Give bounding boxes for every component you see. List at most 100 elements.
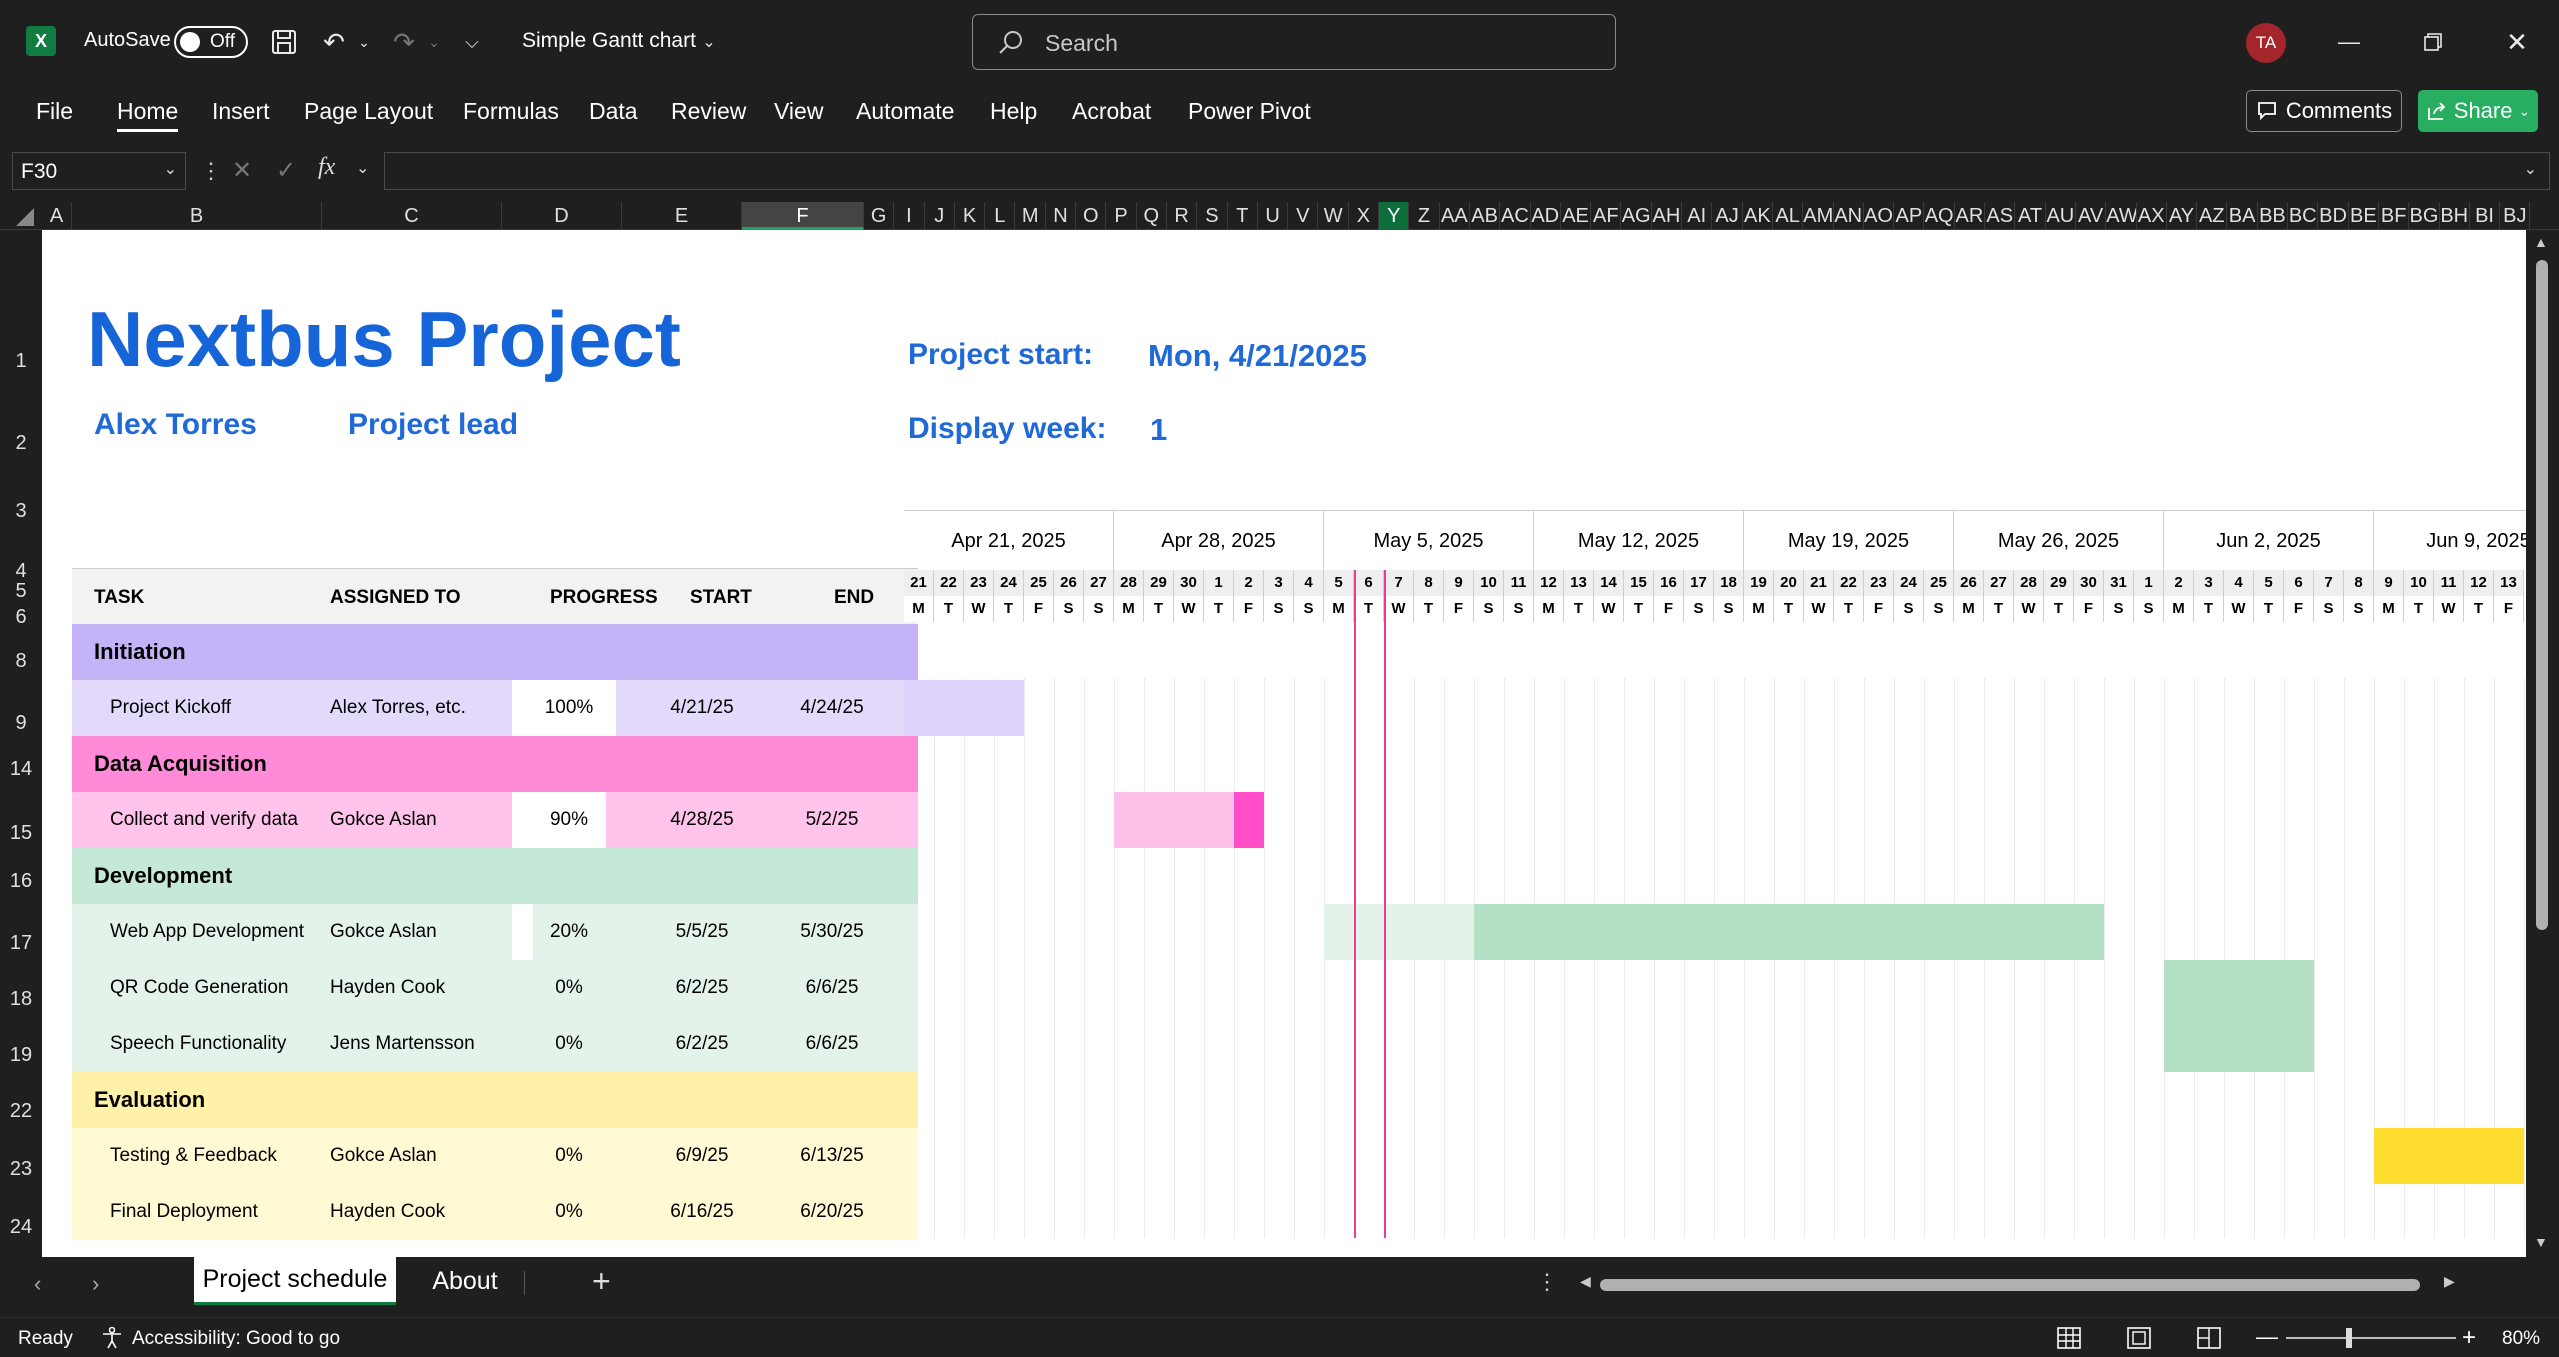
zoom-slider-track[interactable] bbox=[2286, 1337, 2456, 1339]
task-start[interactable]: 6/16/25 bbox=[642, 1184, 762, 1240]
row-header[interactable]: 8 bbox=[0, 650, 42, 673]
day-letter[interactable]: F bbox=[1654, 596, 1684, 622]
day-number[interactable]: 4 bbox=[1294, 570, 1324, 596]
column-header[interactable]: BD bbox=[2318, 202, 2349, 230]
task-row[interactable]: Speech Functionality Jens Martensson 0% 6/2… bbox=[72, 1016, 918, 1072]
column-header[interactable]: Q bbox=[1137, 202, 1167, 230]
autosave-toggle[interactable]: Off bbox=[174, 26, 248, 58]
task-progress[interactable]: 0% bbox=[512, 1184, 626, 1240]
task-assignee[interactable]: Gokce Aslan bbox=[330, 904, 520, 960]
day-number[interactable]: 17 bbox=[1684, 570, 1714, 596]
column-header[interactable]: T bbox=[1228, 202, 1258, 230]
day-letter[interactable]: W bbox=[2434, 596, 2464, 622]
task-row[interactable]: QR Code Generation Hayden Cook 0% 6/2/25 6/6… bbox=[72, 960, 918, 1016]
column-header[interactable]: N bbox=[1046, 202, 1077, 230]
document-title[interactable]: Simple Gantt chart bbox=[522, 29, 696, 53]
task-name[interactable]: QR Code Generation bbox=[110, 960, 330, 1016]
header-start[interactable]: START bbox=[690, 587, 752, 609]
day-letter[interactable]: W bbox=[964, 596, 994, 622]
column-header[interactable]: AY bbox=[2167, 202, 2198, 230]
day-letter[interactable]: T bbox=[2254, 596, 2284, 622]
day-letter[interactable]: S bbox=[1504, 596, 1534, 622]
row-header[interactable]: 19 bbox=[0, 1044, 42, 1067]
page-break-view-icon[interactable] bbox=[2196, 1326, 2222, 1350]
day-number[interactable]: 26 bbox=[1054, 570, 1084, 596]
header-progress[interactable]: PROGRESS bbox=[550, 587, 658, 609]
day-letter[interactable]: F bbox=[2494, 596, 2524, 622]
day-number[interactable]: 16 bbox=[1654, 570, 1684, 596]
zoom-out-icon[interactable]: — bbox=[2256, 1324, 2278, 1350]
day-number[interactable]: 10 bbox=[1474, 570, 1504, 596]
column-header[interactable]: E bbox=[622, 202, 742, 230]
zoom-in-icon[interactable]: + bbox=[2462, 1324, 2476, 1352]
select-all-icon[interactable] bbox=[16, 208, 34, 226]
task-end[interactable]: 5/2/25 bbox=[762, 792, 902, 848]
tab-view[interactable]: View bbox=[774, 98, 823, 125]
column-header[interactable]: K bbox=[955, 202, 986, 230]
column-header[interactable]: F bbox=[742, 202, 864, 230]
day-number[interactable]: 25 bbox=[1024, 570, 1054, 596]
vertical-scroll-thumb[interactable] bbox=[2536, 260, 2548, 930]
day-letter[interactable]: S bbox=[1054, 596, 1084, 622]
task-end[interactable]: 6/6/25 bbox=[762, 1016, 902, 1072]
search-box[interactable]: Search bbox=[972, 14, 1616, 70]
day-number[interactable]: 18 bbox=[1714, 570, 1744, 596]
task-name[interactable]: Final Deployment bbox=[110, 1184, 330, 1240]
column-header[interactable]: W bbox=[1319, 202, 1349, 230]
column-header[interactable]: AQ bbox=[1925, 202, 1955, 230]
phase-name[interactable]: Data Acquisition bbox=[94, 736, 494, 792]
column-header[interactable]: AA bbox=[1440, 202, 1470, 230]
column-header[interactable]: AW bbox=[2106, 202, 2137, 230]
formula-input[interactable]: ⌄ bbox=[384, 152, 2550, 190]
column-header[interactable]: B bbox=[72, 202, 322, 230]
sheet-tab-about[interactable]: About bbox=[410, 1257, 520, 1305]
day-letter[interactable]: F bbox=[2074, 596, 2104, 622]
week-label[interactable]: Apr 21, 2025 bbox=[904, 510, 1114, 570]
phase-row[interactable]: Evaluation bbox=[72, 1072, 918, 1128]
tab-file[interactable]: File bbox=[36, 98, 73, 125]
day-letter[interactable]: W bbox=[2014, 596, 2044, 622]
next-sheet-icon[interactable]: › bbox=[92, 1271, 99, 1297]
column-header[interactable]: AT bbox=[2015, 202, 2046, 230]
column-header[interactable]: AX bbox=[2137, 202, 2167, 230]
tab-formulas[interactable]: Formulas bbox=[463, 98, 559, 125]
column-header[interactable]: AI bbox=[1682, 202, 1713, 230]
day-number[interactable]: 1 bbox=[2134, 570, 2164, 596]
day-letter[interactable]: M bbox=[1744, 596, 1774, 622]
tab-data[interactable]: Data bbox=[589, 98, 638, 125]
task-end[interactable]: 4/24/25 bbox=[762, 680, 902, 736]
task-name[interactable]: Speech Functionality bbox=[110, 1016, 330, 1072]
day-letter[interactable]: W bbox=[1384, 596, 1414, 622]
column-header[interactable]: C bbox=[322, 202, 502, 230]
day-letter[interactable]: W bbox=[1174, 596, 1204, 622]
phase-name[interactable]: Evaluation bbox=[94, 1072, 494, 1128]
task-name[interactable]: Web App Development bbox=[110, 904, 330, 960]
gantt-bar-completed[interactable] bbox=[1114, 792, 1234, 848]
day-number[interactable]: 29 bbox=[2044, 570, 2074, 596]
week-label[interactable]: May 12, 2025 bbox=[1534, 510, 1744, 570]
day-letter[interactable]: S bbox=[1894, 596, 1924, 622]
scroll-up-icon[interactable]: ▲ bbox=[2534, 234, 2548, 250]
day-number[interactable]: 9 bbox=[1444, 570, 1474, 596]
day-letter[interactable]: S bbox=[2344, 596, 2374, 622]
day-letter[interactable]: T bbox=[2044, 596, 2074, 622]
undo-icon[interactable]: ↶ bbox=[314, 22, 354, 62]
column-header[interactable]: BA bbox=[2228, 202, 2258, 230]
day-number[interactable]: 6 bbox=[1354, 570, 1384, 596]
insert-function-icon[interactable]: fx bbox=[318, 154, 335, 181]
scroll-right-icon[interactable]: ▶ bbox=[2444, 1273, 2455, 1290]
task-start[interactable]: 6/2/25 bbox=[642, 960, 762, 1016]
week-label[interactable]: May 26, 2025 bbox=[1954, 510, 2164, 570]
task-assignee[interactable]: Hayden Cook bbox=[330, 960, 520, 1016]
task-name[interactable]: Collect and verify data bbox=[110, 792, 330, 848]
task-progress[interactable]: 0% bbox=[512, 960, 626, 1016]
day-letter[interactable]: T bbox=[2404, 596, 2434, 622]
horizontal-scroll-thumb[interactable] bbox=[1600, 1279, 2420, 1291]
day-letter[interactable]: M bbox=[1534, 596, 1564, 622]
header-task[interactable]: TASK bbox=[94, 587, 144, 609]
day-number[interactable]: 20 bbox=[1774, 570, 1804, 596]
task-assignee[interactable]: Hayden Cook bbox=[330, 1184, 520, 1240]
row-header[interactable]: 5 bbox=[0, 580, 42, 603]
day-letter[interactable]: S bbox=[1264, 596, 1294, 622]
task-row[interactable]: Project Kickoff Alex Torres, etc. 100% 4/21… bbox=[72, 680, 918, 736]
